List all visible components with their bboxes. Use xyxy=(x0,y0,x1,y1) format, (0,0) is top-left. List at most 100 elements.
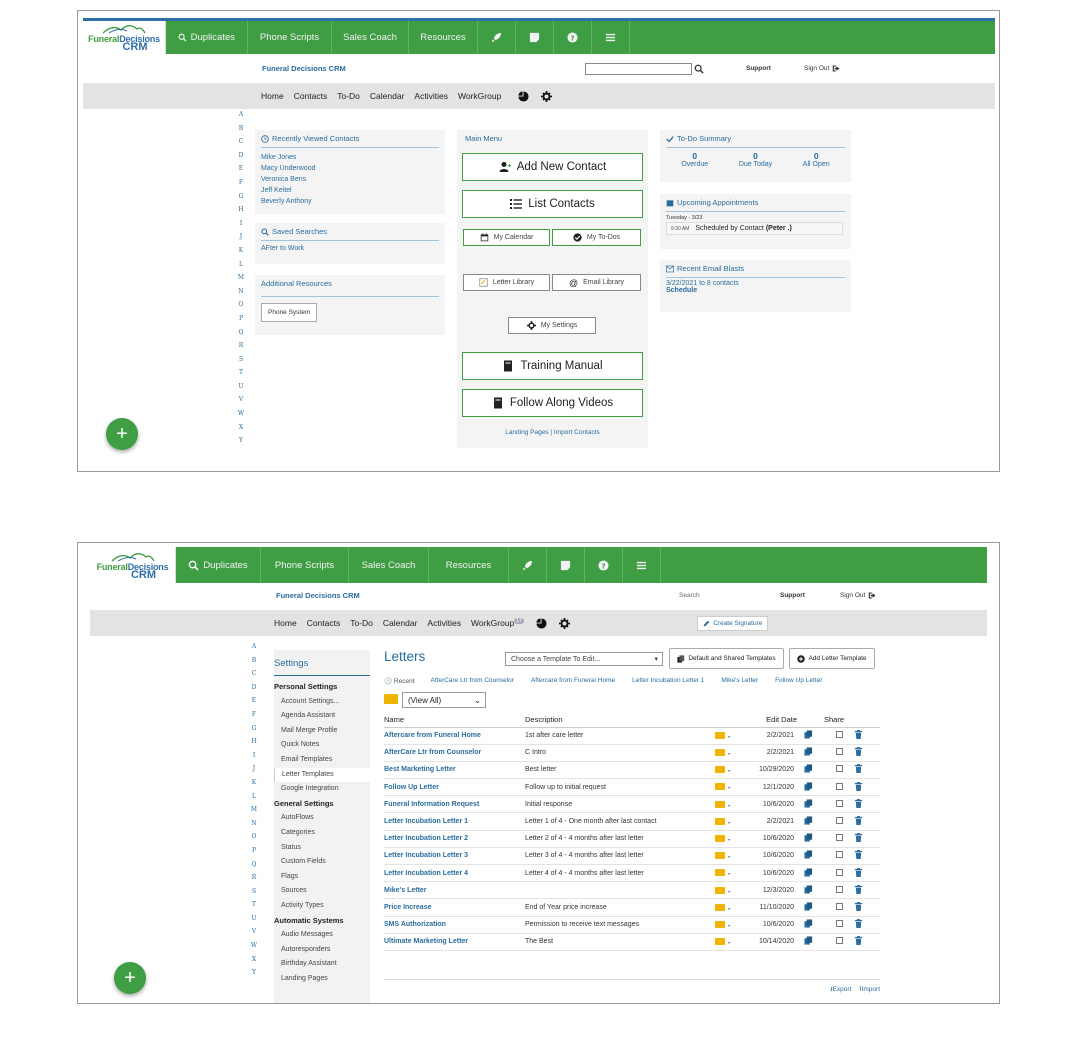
folder-menu[interactable]: ⌄ xyxy=(715,830,749,848)
create-signature-button[interactable]: Create Signature xyxy=(697,615,769,631)
alphabet-letter[interactable]: M xyxy=(251,803,257,817)
delete-action[interactable] xyxy=(854,761,880,780)
share-checkbox[interactable] xyxy=(835,902,843,910)
alphabet-letter[interactable]: Y xyxy=(239,434,243,448)
letter-name-link[interactable]: Letter Incubation Letter 2 xyxy=(384,830,525,848)
alphabet-letter[interactable]: Q xyxy=(252,858,257,872)
table-row[interactable]: Letter Incubation Letter 1 Letter 1 of 4 … xyxy=(384,812,880,831)
table-row[interactable]: AfterCare Ltr from Counselor C Intro ⌄ 2/2… xyxy=(384,744,880,762)
nav-resources[interactable]: Resources xyxy=(409,21,478,54)
letter-name-link[interactable]: Funeral Information Request xyxy=(384,795,525,814)
menu-todo[interactable]: To-Do xyxy=(350,618,373,628)
folder-menu[interactable]: ⌄ xyxy=(715,761,749,780)
recent-link[interactable]: Follow Up Letter xyxy=(775,677,822,685)
folder-menu[interactable]: ⌄ xyxy=(715,744,749,762)
alphabet-letter[interactable]: X xyxy=(252,953,256,967)
settings-item[interactable]: Google Integration xyxy=(274,782,370,797)
appointment-row[interactable]: 9:30 AM Scheduled by Contact (Peter .) xyxy=(666,222,843,235)
nav-rocket[interactable] xyxy=(509,547,547,583)
letter-name-link[interactable]: AfterCare Ltr from Counselor xyxy=(384,744,525,762)
folder-menu[interactable]: ⌄ xyxy=(715,898,749,917)
alphabet-letter[interactable]: P xyxy=(252,844,256,858)
recent-contact-link[interactable]: Veronica Bens xyxy=(261,174,439,185)
crm-title[interactable]: Funeral Decisions CRM xyxy=(262,64,346,73)
support-link[interactable]: Support xyxy=(746,65,771,72)
recent-contact-link[interactable]: Jeff Keitel xyxy=(261,185,439,196)
alphabet-letter[interactable]: J xyxy=(240,230,242,244)
menu-calendar[interactable]: Calendar xyxy=(370,91,405,101)
menu-workgroup[interactable]: WorkGroup xyxy=(458,91,508,101)
col-edit-date[interactable]: Edit Date xyxy=(749,713,804,728)
alphabet-letter[interactable]: I xyxy=(253,749,255,763)
nav-phone-scripts[interactable]: Phone Scripts xyxy=(248,21,332,54)
letter-name-link[interactable]: Follow Up Letter xyxy=(384,778,525,797)
nav-resources[interactable]: Resources xyxy=(429,547,509,583)
copy-action[interactable] xyxy=(804,881,824,900)
alphabet-letter[interactable]: E xyxy=(239,162,243,176)
nav-duplicates[interactable]: Duplicates xyxy=(176,547,261,583)
pie-chart-icon[interactable] xyxy=(518,90,529,102)
alphabet-letter[interactable]: P xyxy=(239,312,243,326)
menu-todo[interactable]: To-Do xyxy=(337,91,360,101)
settings-item[interactable]: Letter Templates xyxy=(274,767,370,783)
share-checkbox[interactable] xyxy=(835,782,843,790)
letter-name-link[interactable]: Mike's Letter xyxy=(384,881,525,900)
gear-icon[interactable] xyxy=(559,617,571,629)
pie-chart-icon[interactable] xyxy=(536,617,547,629)
copy-action[interactable] xyxy=(804,744,824,762)
settings-item[interactable]: Birthday Assistant xyxy=(274,957,370,972)
letter-name-link[interactable]: Ultimate Marketing Letter xyxy=(384,933,525,951)
col-description[interactable]: Description xyxy=(525,713,715,728)
letter-name-link[interactable]: Letter Incubation Letter 4 xyxy=(384,864,525,883)
alphabet-letter[interactable]: H xyxy=(251,735,256,749)
nav-help[interactable]: ? xyxy=(585,547,623,583)
support-link[interactable]: Support xyxy=(780,592,805,599)
share-checkbox[interactable] xyxy=(835,765,843,773)
delete-action[interactable] xyxy=(854,864,880,883)
nav-phone-scripts[interactable]: Phone Scripts xyxy=(261,547,349,583)
letter-name-link[interactable]: SMS Authorization xyxy=(384,916,525,934)
share-checkbox[interactable] xyxy=(835,799,843,807)
copy-action[interactable] xyxy=(804,847,824,866)
letter-name-link[interactable]: Letter Incubation Letter 1 xyxy=(384,812,525,831)
delete-action[interactable] xyxy=(854,795,880,814)
delete-action[interactable] xyxy=(854,898,880,917)
import-link[interactable]: ⭱Import xyxy=(859,985,880,996)
alphabet-letter[interactable]: G xyxy=(252,722,257,736)
nav-sales-coach[interactable]: Sales Coach xyxy=(332,21,409,54)
todo-all-open[interactable]: 0 All Open xyxy=(803,151,830,168)
saved-search-item[interactable]: AFter to Work xyxy=(261,243,439,254)
alphabet-letter[interactable]: K xyxy=(239,244,243,258)
letter-name-link[interactable]: Best Marketing Letter xyxy=(384,761,525,780)
sign-out-link[interactable]: Sign Out xyxy=(840,591,877,600)
alphabet-letter[interactable]: S xyxy=(252,885,256,899)
default-shared-templates-button[interactable]: Default and Shared Templates xyxy=(669,648,784,669)
col-name[interactable]: Name xyxy=(384,713,525,728)
gear-icon[interactable] xyxy=(540,90,552,102)
copy-action[interactable] xyxy=(804,933,824,951)
nav-notes[interactable] xyxy=(547,547,585,583)
alphabet-letter[interactable]: O xyxy=(252,830,257,844)
alphabet-letter[interactable]: C xyxy=(239,135,244,149)
alphabet-letter[interactable]: O xyxy=(239,298,244,312)
menu-calendar[interactable]: Calendar xyxy=(383,618,418,628)
table-row[interactable]: Letter Incubation Letter 3 Letter 3 of 4 … xyxy=(384,847,880,866)
alphabet-letter[interactable]: N xyxy=(238,285,243,299)
alphabet-letter[interactable]: J xyxy=(253,762,255,776)
table-row[interactable]: Funeral Information Request Initial respo… xyxy=(384,795,880,814)
table-row[interactable]: Ultimate Marketing Letter The Best ⌄ 10/14… xyxy=(384,933,880,951)
folder-menu[interactable]: ⌄ xyxy=(715,812,749,831)
delete-action[interactable] xyxy=(854,778,880,797)
search-icon[interactable] xyxy=(694,64,704,74)
letter-library-button[interactable]: Letter Library xyxy=(463,274,550,291)
alphabet-letter[interactable]: F xyxy=(239,176,243,190)
landing-pages-link[interactable]: Landing Pages xyxy=(505,429,548,436)
todo-due-today[interactable]: 0 Due Today xyxy=(739,151,772,168)
menu-workgroup[interactable]: WorkGroup 17 xyxy=(471,618,526,628)
alphabet-letter[interactable]: X xyxy=(239,421,243,435)
copy-action[interactable] xyxy=(804,795,824,814)
table-row[interactable]: Mike's Letter ⌄ 12/3/2020 xyxy=(384,881,880,900)
alphabet-letter[interactable]: D xyxy=(239,149,244,163)
brand-logo[interactable]: FuneralDecisions CRM xyxy=(90,547,176,583)
alphabet-letter[interactable]: C xyxy=(252,667,257,681)
